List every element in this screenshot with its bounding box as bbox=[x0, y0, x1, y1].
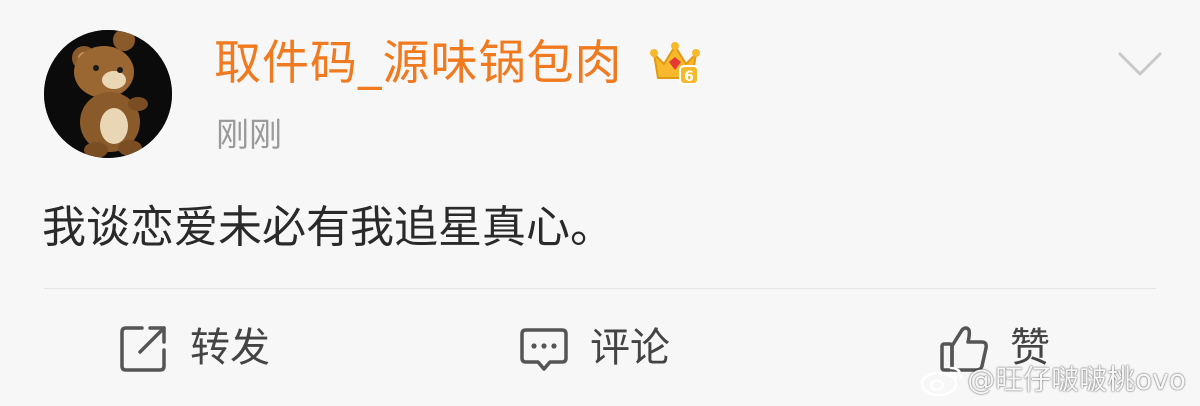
comment-label: 评论 bbox=[590, 325, 670, 371]
comment-button[interactable]: 评论 bbox=[518, 318, 670, 378]
divider bbox=[44, 288, 1156, 289]
post-timestamp: 刚刚 bbox=[216, 115, 282, 154]
weibo-logo-icon bbox=[920, 366, 963, 397]
comment-icon bbox=[520, 328, 568, 371]
watermark-text: @旺仔啵啵桃ovo bbox=[967, 363, 1186, 396]
avatar[interactable] bbox=[44, 30, 172, 158]
crown-vip-icon[interactable]: 6 bbox=[650, 40, 700, 88]
repost-button[interactable]: 转发 bbox=[118, 318, 270, 378]
chevron-down-icon bbox=[1118, 52, 1162, 76]
bear-avatar-icon bbox=[44, 30, 172, 158]
more-options-button[interactable] bbox=[1112, 46, 1168, 82]
vip-level-text: 6 bbox=[684, 69, 694, 85]
watermark: @旺仔啵啵桃ovo bbox=[919, 362, 1186, 398]
username[interactable]: 取件码_源味锅包肉 bbox=[214, 32, 623, 96]
repost-label: 转发 bbox=[190, 325, 270, 371]
weibo-post-card: 取件码_源味锅包肉 6 刚刚 我谈恋爱未必有我追星真心。 转发 评论 赞 @旺仔… bbox=[0, 0, 1200, 406]
post-text: 我谈恋爱未必有我追星真心。 bbox=[42, 202, 614, 253]
share-icon bbox=[120, 326, 166, 372]
